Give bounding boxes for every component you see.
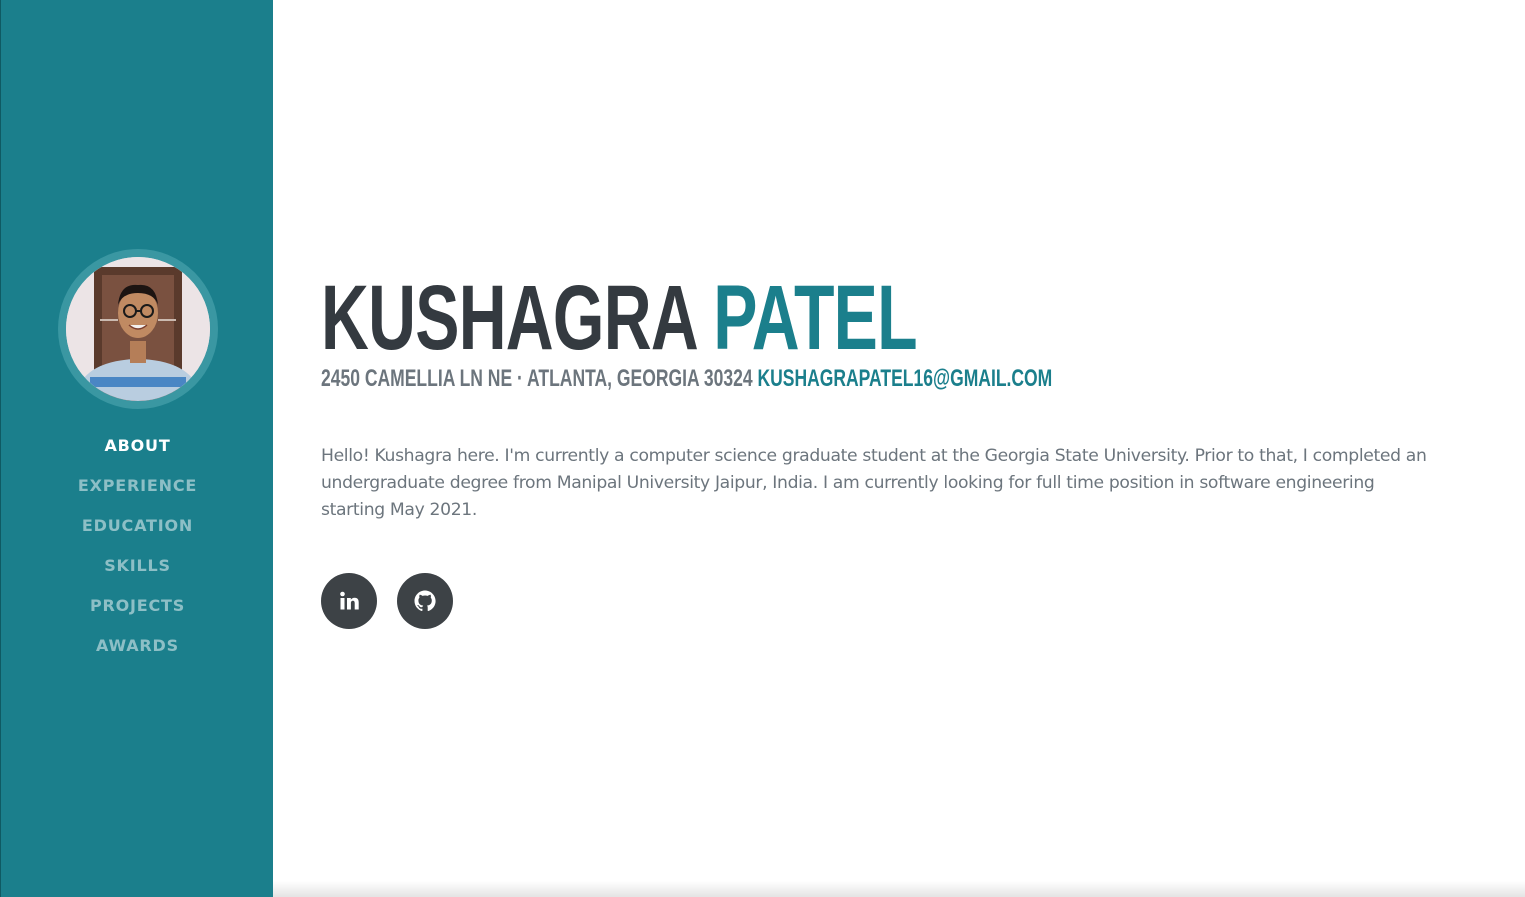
github-icon bbox=[414, 590, 436, 612]
nav-item-awards: AWARDS bbox=[1, 625, 274, 665]
nav-item-education: EDUCATION bbox=[1, 505, 274, 545]
nav-item-about: ABOUT bbox=[1, 425, 274, 465]
email-link[interactable]: KUSHAGRAPATEL16@GMAIL.COM bbox=[757, 365, 1052, 392]
github-button[interactable] bbox=[397, 573, 453, 629]
bottom-shadow bbox=[273, 881, 1525, 897]
avatar-ring bbox=[58, 249, 218, 409]
profile-photo bbox=[66, 257, 210, 401]
nav-link-education[interactable]: EDUCATION bbox=[82, 516, 193, 535]
address: 2450 CAMELLIA LN NE · ATLANTA, GEORGIA 3… bbox=[321, 365, 753, 392]
nav-link-about[interactable]: ABOUT bbox=[104, 436, 170, 455]
nav-link-experience[interactable]: EXPERIENCE bbox=[78, 476, 197, 495]
nav-link-skills[interactable]: SKILLS bbox=[104, 556, 171, 575]
linkedin-icon bbox=[340, 591, 359, 610]
sidebar: ABOUT EXPERIENCE EDUCATION SKILLS PROJEC… bbox=[0, 0, 273, 897]
linkedin-button[interactable] bbox=[321, 573, 377, 629]
nav-link-projects[interactable]: PROJECTS bbox=[90, 596, 185, 615]
page-title: KUSHAGRA PATEL bbox=[321, 267, 918, 369]
contact-line: 2450 CAMELLIA LN NE · ATLANTA, GEORGIA 3… bbox=[321, 364, 1052, 394]
first-name: KUSHAGRA bbox=[321, 267, 696, 369]
social-icons bbox=[321, 573, 453, 629]
nav-menu: ABOUT EXPERIENCE EDUCATION SKILLS PROJEC… bbox=[1, 425, 274, 665]
last-name: PATEL bbox=[713, 267, 917, 369]
nav-item-projects: PROJECTS bbox=[1, 585, 274, 625]
avatar bbox=[66, 257, 210, 401]
nav-item-experience: EXPERIENCE bbox=[1, 465, 274, 505]
bio-text: Hello! Kushagra here. I'm currently a co… bbox=[321, 446, 1427, 520]
nav-link-awards[interactable]: AWARDS bbox=[96, 636, 179, 655]
nav-item-skills: SKILLS bbox=[1, 545, 274, 585]
